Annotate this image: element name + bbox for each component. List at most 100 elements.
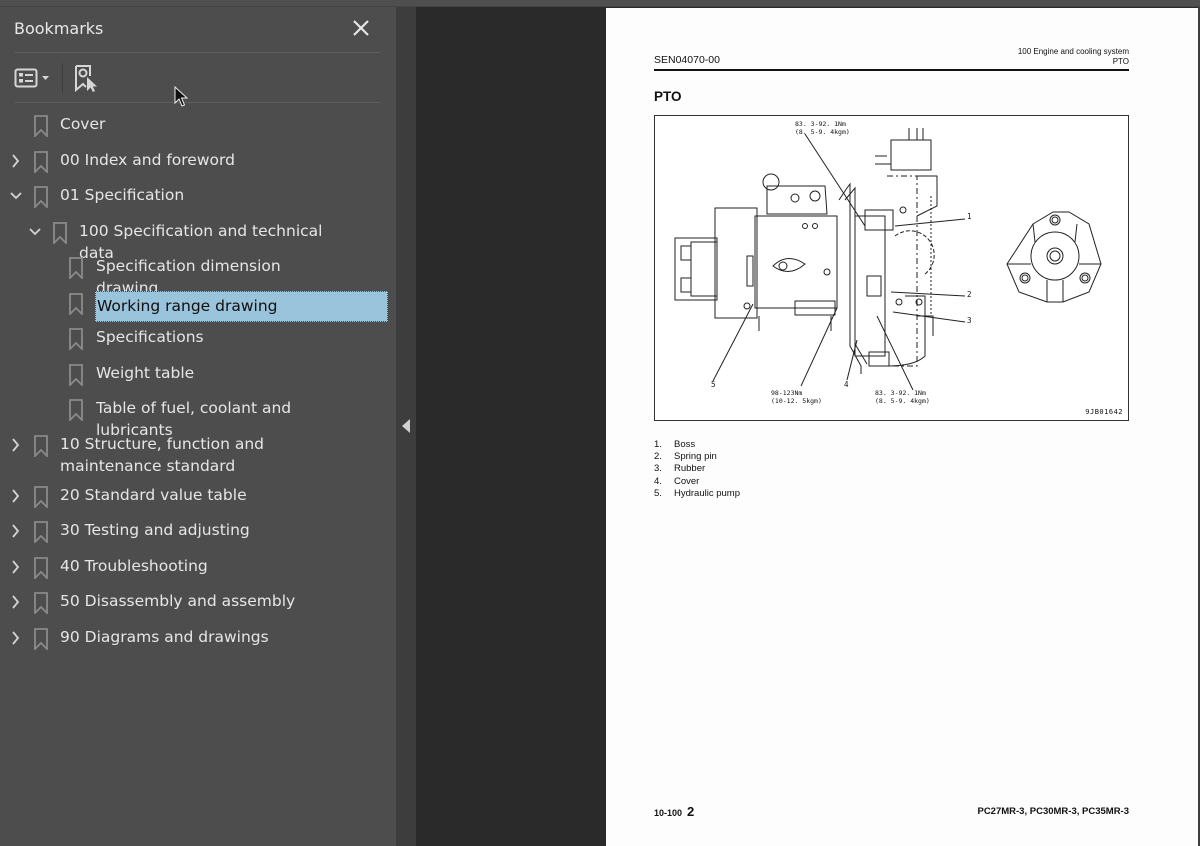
- legend-text: Rubber: [674, 463, 706, 475]
- callout-1: 1: [967, 212, 972, 221]
- legend-text: Spring pin: [674, 451, 717, 463]
- torque-kgm: (8. 5-9. 4kgm): [795, 128, 850, 136]
- doc-number: SEN04070-00: [654, 54, 720, 66]
- page-footer-left: 10-100 2: [654, 804, 694, 819]
- document-page: SEN04070-00 100 Engine and cooling syste…: [606, 8, 1198, 846]
- chevron-right-icon[interactable]: [9, 593, 23, 611]
- chevron-down-icon[interactable]: [9, 187, 23, 205]
- divider: [14, 102, 380, 103]
- chevron-right-icon[interactable]: [9, 152, 23, 170]
- chevron-right-icon[interactable]: [9, 629, 23, 647]
- bookmark-label: Working range drawing: [95, 290, 388, 322]
- bookmark-label: Cover: [60, 115, 106, 133]
- bookmark-item[interactable]: 30 Testing and adjusting: [0, 514, 396, 550]
- divider: [14, 52, 380, 53]
- bookmark-icon: [69, 328, 83, 350]
- bookmark-item[interactable]: Specifications: [0, 321, 396, 357]
- chevron-down-icon[interactable]: [28, 223, 42, 241]
- bookmark-icon: [69, 399, 83, 421]
- collapse-left-icon: [402, 419, 410, 433]
- bookmark-item[interactable]: 01 Specification: [0, 179, 396, 215]
- bookmark-label: 20 Standard value table: [60, 485, 247, 504]
- bookmark-item[interactable]: Working range drawing: [0, 286, 396, 322]
- section-name: 100 Engine and cooling system: [1017, 47, 1129, 56]
- figure-code: 9JB01642: [1085, 408, 1123, 416]
- torque-nm: 98-123Nm: [771, 389, 803, 397]
- bookmark-icon: [34, 556, 48, 579]
- close-icon[interactable]: [350, 17, 372, 39]
- bookmark-label: 90 Diagrams and drawings: [60, 627, 269, 646]
- bookmark-icon: [69, 257, 83, 279]
- bookmark-item[interactable]: 20 Standard value table: [0, 479, 396, 515]
- find-current-bookmark-icon: [75, 65, 97, 93]
- torque-kgm: (10-12. 5kgm): [771, 397, 822, 405]
- chevron-right-icon[interactable]: [9, 558, 23, 576]
- pto-figure: 83. 3-92. 1Nm (8. 5-9. 4kgm) 98-123Nm (1…: [654, 115, 1129, 421]
- bookmark-item[interactable]: 50 Disassembly and assembly: [0, 585, 396, 621]
- bookmark-icon: [69, 292, 83, 315]
- subsection-name: PTO: [1112, 56, 1129, 66]
- bookmark-label: 40 Troubleshooting: [60, 556, 208, 575]
- torque-spec-top: 83. 3-92. 1Nm (8. 5-9. 4kgm): [795, 120, 850, 136]
- parts-legend: 1. Boss 2. Spring pin 3. Rubber 4. Cover 5. H…: [654, 439, 740, 500]
- bookmark-item[interactable]: 40 Troubleshooting: [0, 550, 396, 586]
- legend-text: Cover: [674, 475, 700, 487]
- chevron-right-icon[interactable]: [9, 436, 23, 454]
- callout-2: 2: [967, 290, 972, 299]
- legend-number: 2.: [654, 451, 662, 463]
- bookmark-item[interactable]: Cover: [0, 108, 396, 144]
- bookmark-item[interactable]: 10 Structure, function and maintenance s…: [0, 428, 396, 479]
- document-viewer[interactable]: SEN04070-00 100 Engine and cooling syste…: [416, 7, 1200, 846]
- bookmark-icon: [34, 115, 48, 137]
- legend-item: 2. Spring pin: [654, 451, 740, 463]
- page-title: PTO: [654, 89, 682, 104]
- footer-section: 10-100: [654, 808, 683, 818]
- bookmark-item[interactable]: Weight table: [0, 357, 396, 393]
- torque-kgm: (8. 5-9. 4kgm): [875, 397, 930, 405]
- torque-nm: 83. 3-92. 1Nm: [795, 120, 846, 128]
- find-current-bookmark-button[interactable]: [72, 63, 102, 93]
- torque-spec-bottom-right: 83. 3-92. 1Nm (8. 5-9. 4kgm): [875, 389, 930, 405]
- chevron-right-icon[interactable]: [9, 522, 23, 540]
- chevron-right-icon[interactable]: [9, 487, 23, 505]
- toolbar-separator: [62, 63, 63, 93]
- bookmark-item[interactable]: 00 Index and foreword: [0, 144, 396, 180]
- header-rule: [654, 69, 1129, 71]
- bookmark-icon: [34, 592, 48, 614]
- bookmarks-toolbar: [14, 61, 380, 97]
- legend-number: 5.: [654, 487, 662, 499]
- bookmark-icon: [53, 221, 67, 244]
- bookmark-icon: [34, 627, 48, 650]
- section-header: 100 Engine and cooling system PTO: [1018, 47, 1129, 66]
- options-dropdown-button[interactable]: [14, 65, 54, 91]
- footer-models: PC27MR-3, PC30MR-3, PC35MR-3: [977, 806, 1129, 817]
- bookmark-label: 30 Testing and adjusting: [60, 521, 250, 539]
- legend-item: 3. Rubber: [654, 463, 740, 475]
- bookmark-icon: [34, 521, 48, 543]
- legend-text: Hydraulic pump: [674, 487, 740, 499]
- bookmark-label: Specifications: [96, 328, 204, 346]
- bookmarks-title: Bookmarks: [14, 19, 104, 38]
- legend-item: 5. Hydraulic pump: [654, 488, 740, 500]
- legend-number: 4.: [654, 475, 662, 487]
- bookmark-label: 00 Index and foreword: [60, 150, 235, 169]
- bookmark-icon: [34, 434, 48, 457]
- bookmarks-panel: Bookmarks Cover 00 Index and foreword 01…: [0, 7, 396, 846]
- bookmark-label: 01 Specification: [60, 186, 185, 204]
- collapse-sidebar-handle[interactable]: [396, 7, 416, 846]
- bookmark-icon: [69, 363, 83, 386]
- bookmark-icon: [34, 150, 48, 173]
- bookmark-item[interactable]: Specification dimension drawing: [0, 250, 396, 297]
- legend-number: 1.: [654, 439, 662, 450]
- bookmark-icon: [34, 186, 48, 208]
- legend-text: Boss: [674, 439, 696, 450]
- list-options-icon: [14, 68, 49, 88]
- legend-item: 4. Cover: [654, 476, 740, 488]
- torque-spec-bottom-left: 98-123Nm (10-12. 5kgm): [771, 389, 822, 405]
- bookmark-item[interactable]: 100 Specification and technical data: [0, 215, 396, 262]
- callout-3: 3: [967, 316, 972, 325]
- bookmark-item[interactable]: 90 Diagrams and drawings: [0, 621, 396, 657]
- bookmark-label: Weight table: [96, 363, 195, 382]
- callout-5: 5: [711, 380, 716, 389]
- bookmark-item[interactable]: Table of fuel, coolant and lubricants: [0, 392, 396, 439]
